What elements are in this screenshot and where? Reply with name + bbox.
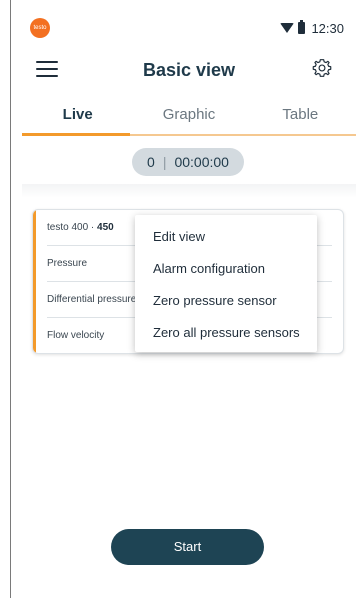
device-name: testo 400 ·: [47, 222, 98, 233]
battery-icon: [298, 20, 306, 34]
row-label: Differential pressure: [47, 294, 137, 305]
tab-graphic[interactable]: Graphic: [133, 96, 244, 136]
start-button[interactable]: Start: [111, 529, 264, 565]
card-accent-bar: [33, 210, 36, 353]
row-label: Flow velocity: [47, 330, 105, 341]
status-indicators: 12:30: [280, 19, 344, 37]
app-bar: Basic view: [22, 46, 356, 94]
page-title: Basic view: [142, 60, 236, 80]
measurement-timer: 0 | 00:00:00: [132, 148, 244, 176]
tab-table[interactable]: Table: [245, 96, 356, 136]
active-tab-indicator: [22, 133, 130, 136]
wifi-icon: [280, 23, 295, 33]
timer-count: 0: [147, 154, 155, 170]
content-shadow: [22, 184, 356, 198]
menu-item-zero-all-pressure-sensors[interactable]: Zero all pressure sensors: [135, 317, 317, 349]
left-border: [10, 0, 11, 598]
status-bar: testo 12:30: [22, 10, 356, 46]
gear-icon[interactable]: [312, 58, 332, 78]
timer-separator: |: [162, 154, 167, 170]
tab-live[interactable]: Live: [22, 96, 133, 136]
testo-logo: testo: [30, 18, 50, 38]
menu-item-edit-view[interactable]: Edit view: [135, 221, 317, 253]
menu-item-alarm-configuration[interactable]: Alarm configuration: [135, 253, 317, 285]
menu-item-zero-pressure-sensor[interactable]: Zero pressure sensor: [135, 285, 317, 317]
clock: 12:30: [311, 20, 344, 36]
context-menu: Edit view Alarm configuration Zero press…: [135, 215, 317, 352]
view-tabs: Live Graphic Table: [22, 96, 356, 136]
row-label: Pressure: [47, 258, 88, 269]
device-model: 450: [97, 222, 114, 233]
timer-elapsed: 00:00:00: [174, 154, 229, 170]
